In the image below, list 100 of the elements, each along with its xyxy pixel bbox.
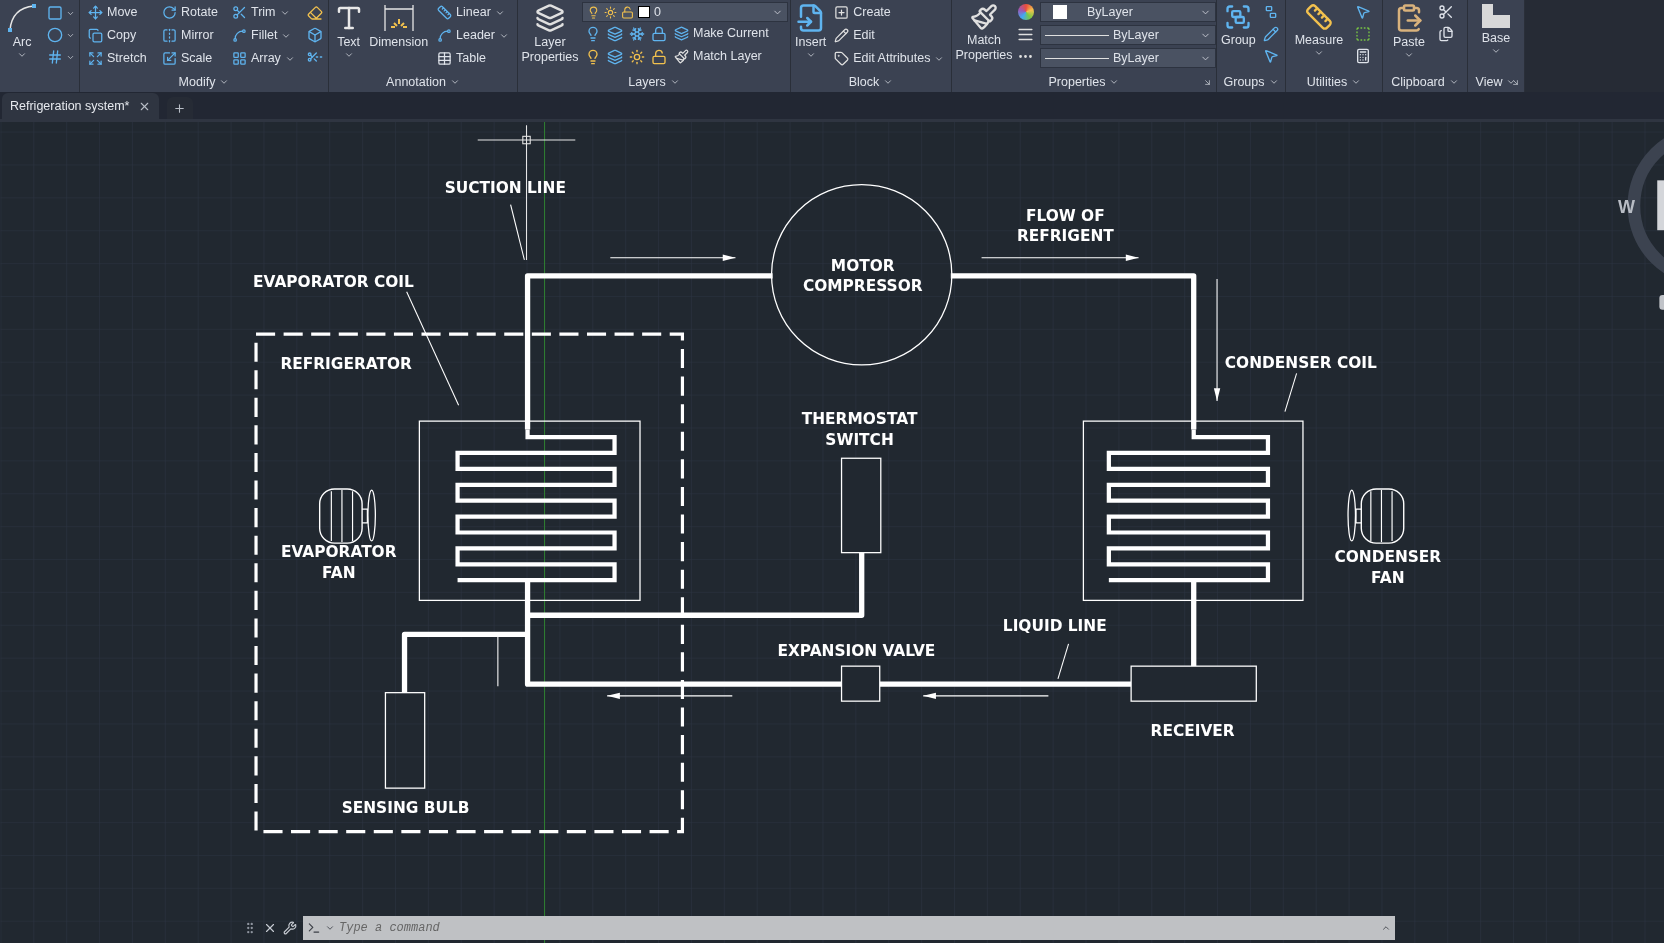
layer-lock-icon[interactable]	[651, 25, 667, 42]
edit-attributes-button[interactable]: Edit Attributes	[830, 47, 949, 70]
cut-icon[interactable]	[1438, 4, 1454, 20]
caret-icon	[1268, 77, 1279, 87]
create-icon	[834, 5, 850, 20]
hatch-icon[interactable]	[47, 49, 63, 65]
diagram-label: CONDENSER COIL	[1224, 354, 1377, 373]
text-button[interactable]: Text	[333, 0, 365, 72]
copy-clip-icon[interactable]	[1438, 26, 1454, 42]
leader-button[interactable]: Leader	[433, 24, 513, 47]
layer-thaw-icon[interactable]	[629, 48, 645, 65]
home-marker[interactable]	[1659, 294, 1664, 310]
quick-select-icon[interactable]	[1355, 4, 1371, 20]
caret-icon	[1351, 77, 1362, 87]
table-button[interactable]: Table	[433, 47, 513, 70]
panel-title[interactable]: Annotation	[386, 72, 460, 92]
match-properties-button[interactable]: Match Properties	[956, 0, 1012, 72]
offset-icon[interactable]	[307, 49, 323, 65]
fillet-icon	[232, 28, 247, 43]
panel-title[interactable]: Groups	[1223, 72, 1279, 92]
color-value: ByLayer	[1087, 3, 1133, 21]
compass-label[interactable]: W	[1617, 197, 1635, 218]
caret-icon	[883, 77, 894, 87]
linear-button[interactable]: Linear	[433, 1, 513, 24]
lineweight-icon[interactable]	[1017, 26, 1034, 43]
select-all-icon[interactable]	[1355, 26, 1371, 42]
move-icon	[88, 5, 103, 20]
layer-off-icon[interactable]	[585, 25, 601, 42]
stretch-button[interactable]: Stretch	[84, 47, 151, 70]
group-select-icon[interactable]	[1262, 48, 1279, 64]
leader-line	[1057, 643, 1070, 680]
copy-button[interactable]: Copy	[84, 24, 141, 47]
dimension-button[interactable]: Dimension	[368, 0, 430, 72]
fillet-button[interactable]: Fillet	[228, 24, 296, 47]
eraser-icon[interactable]	[307, 5, 323, 21]
insert-button[interactable]: Insert	[795, 0, 827, 72]
expand-icon[interactable]	[1511, 78, 1520, 87]
ellipse-icon[interactable]	[47, 27, 63, 43]
panel-title[interactable]: Properties	[1048, 72, 1120, 92]
panel-title[interactable]: Modify	[178, 72, 230, 92]
command-input[interactable]: Type a command	[339, 918, 1377, 937]
match-properties-icon	[970, 3, 998, 31]
mirror-button[interactable]: Mirror	[158, 24, 218, 47]
expand-icon[interactable]	[1203, 78, 1212, 87]
line-sample	[1045, 34, 1109, 36]
lineweight-dropdown[interactable]: ByLayer	[1040, 25, 1216, 45]
color-dropdown[interactable]: ByLayer	[1040, 2, 1216, 22]
base-view-icon	[1481, 3, 1511, 29]
layer-freeze-icon[interactable]	[629, 25, 645, 42]
caret-icon	[1506, 77, 1517, 87]
layer-properties-button[interactable]: Layer Properties	[522, 0, 578, 72]
make-current-button[interactable]: Make Current	[670, 22, 773, 45]
linear-icon	[437, 5, 453, 20]
edit-button[interactable]: Edit	[830, 24, 949, 47]
valve-box	[840, 665, 881, 702]
layer-unlock-icon[interactable]	[651, 48, 667, 65]
trim-button[interactable]: Trim	[228, 1, 294, 24]
layer-on-icon[interactable]	[585, 48, 601, 65]
layer-isolate-icon[interactable]	[607, 25, 623, 42]
layer-dropdown[interactable]: 0	[582, 2, 788, 22]
diagram-label: THERMOSTAT SWITCH	[801, 410, 918, 449]
diagram-label: SENSING BULB	[341, 798, 470, 817]
lineweight-value: ByLayer	[1113, 26, 1159, 44]
wrench-icon[interactable]	[283, 920, 297, 935]
array-icon	[232, 51, 247, 66]
dimension-icon	[381, 3, 416, 33]
layer-name: 0	[654, 3, 661, 21]
panel-title[interactable]: Clipboard	[1391, 72, 1459, 92]
rectangle-icon[interactable]	[47, 5, 63, 21]
rotate-button[interactable]: Rotate	[158, 1, 222, 24]
array-button[interactable]: Array	[228, 47, 299, 70]
scale-icon	[162, 51, 177, 66]
command-field[interactable]: Type a command	[303, 915, 1395, 940]
make-current-icon	[674, 26, 689, 41]
diagram-label: EVAPORATOR COIL	[253, 273, 414, 292]
diagram-label: EXPANSION VALVE	[777, 641, 936, 660]
linetype-dropdown[interactable]: ByLayer	[1040, 48, 1216, 68]
explode-icon[interactable]	[307, 27, 323, 43]
paste-button[interactable]: Paste	[1387, 0, 1431, 72]
create-button[interactable]: Create	[830, 1, 949, 24]
new-tab-button[interactable]	[166, 97, 193, 119]
document-tab[interactable]: Refrigeration system*	[2, 93, 159, 119]
panel-title[interactable]: View	[1475, 72, 1517, 92]
diagram-label: MOTOR COMPRESSOR	[802, 256, 923, 296]
panel-title[interactable]: Layers	[628, 72, 680, 92]
caret-icon	[449, 77, 460, 87]
panel-title[interactable]: Block	[848, 72, 894, 92]
match-layer-button[interactable]: Match Layer	[670, 45, 766, 68]
panel-title[interactable]: Utilities	[1306, 72, 1362, 92]
measure-button[interactable]: Measure	[1290, 0, 1348, 72]
base-button[interactable]: Base	[1472, 0, 1520, 72]
group-edit-icon[interactable]	[1262, 26, 1279, 42]
move-button[interactable]: Move	[84, 1, 142, 24]
tick-line	[497, 635, 499, 687]
layer-unisolate-icon[interactable]	[607, 48, 623, 65]
calculator-icon[interactable]	[1355, 48, 1371, 64]
scale-button[interactable]: Scale	[158, 47, 217, 70]
group-button[interactable]: Group	[1221, 0, 1256, 72]
caret-icon	[1404, 50, 1414, 60]
leader-line	[510, 204, 525, 261]
